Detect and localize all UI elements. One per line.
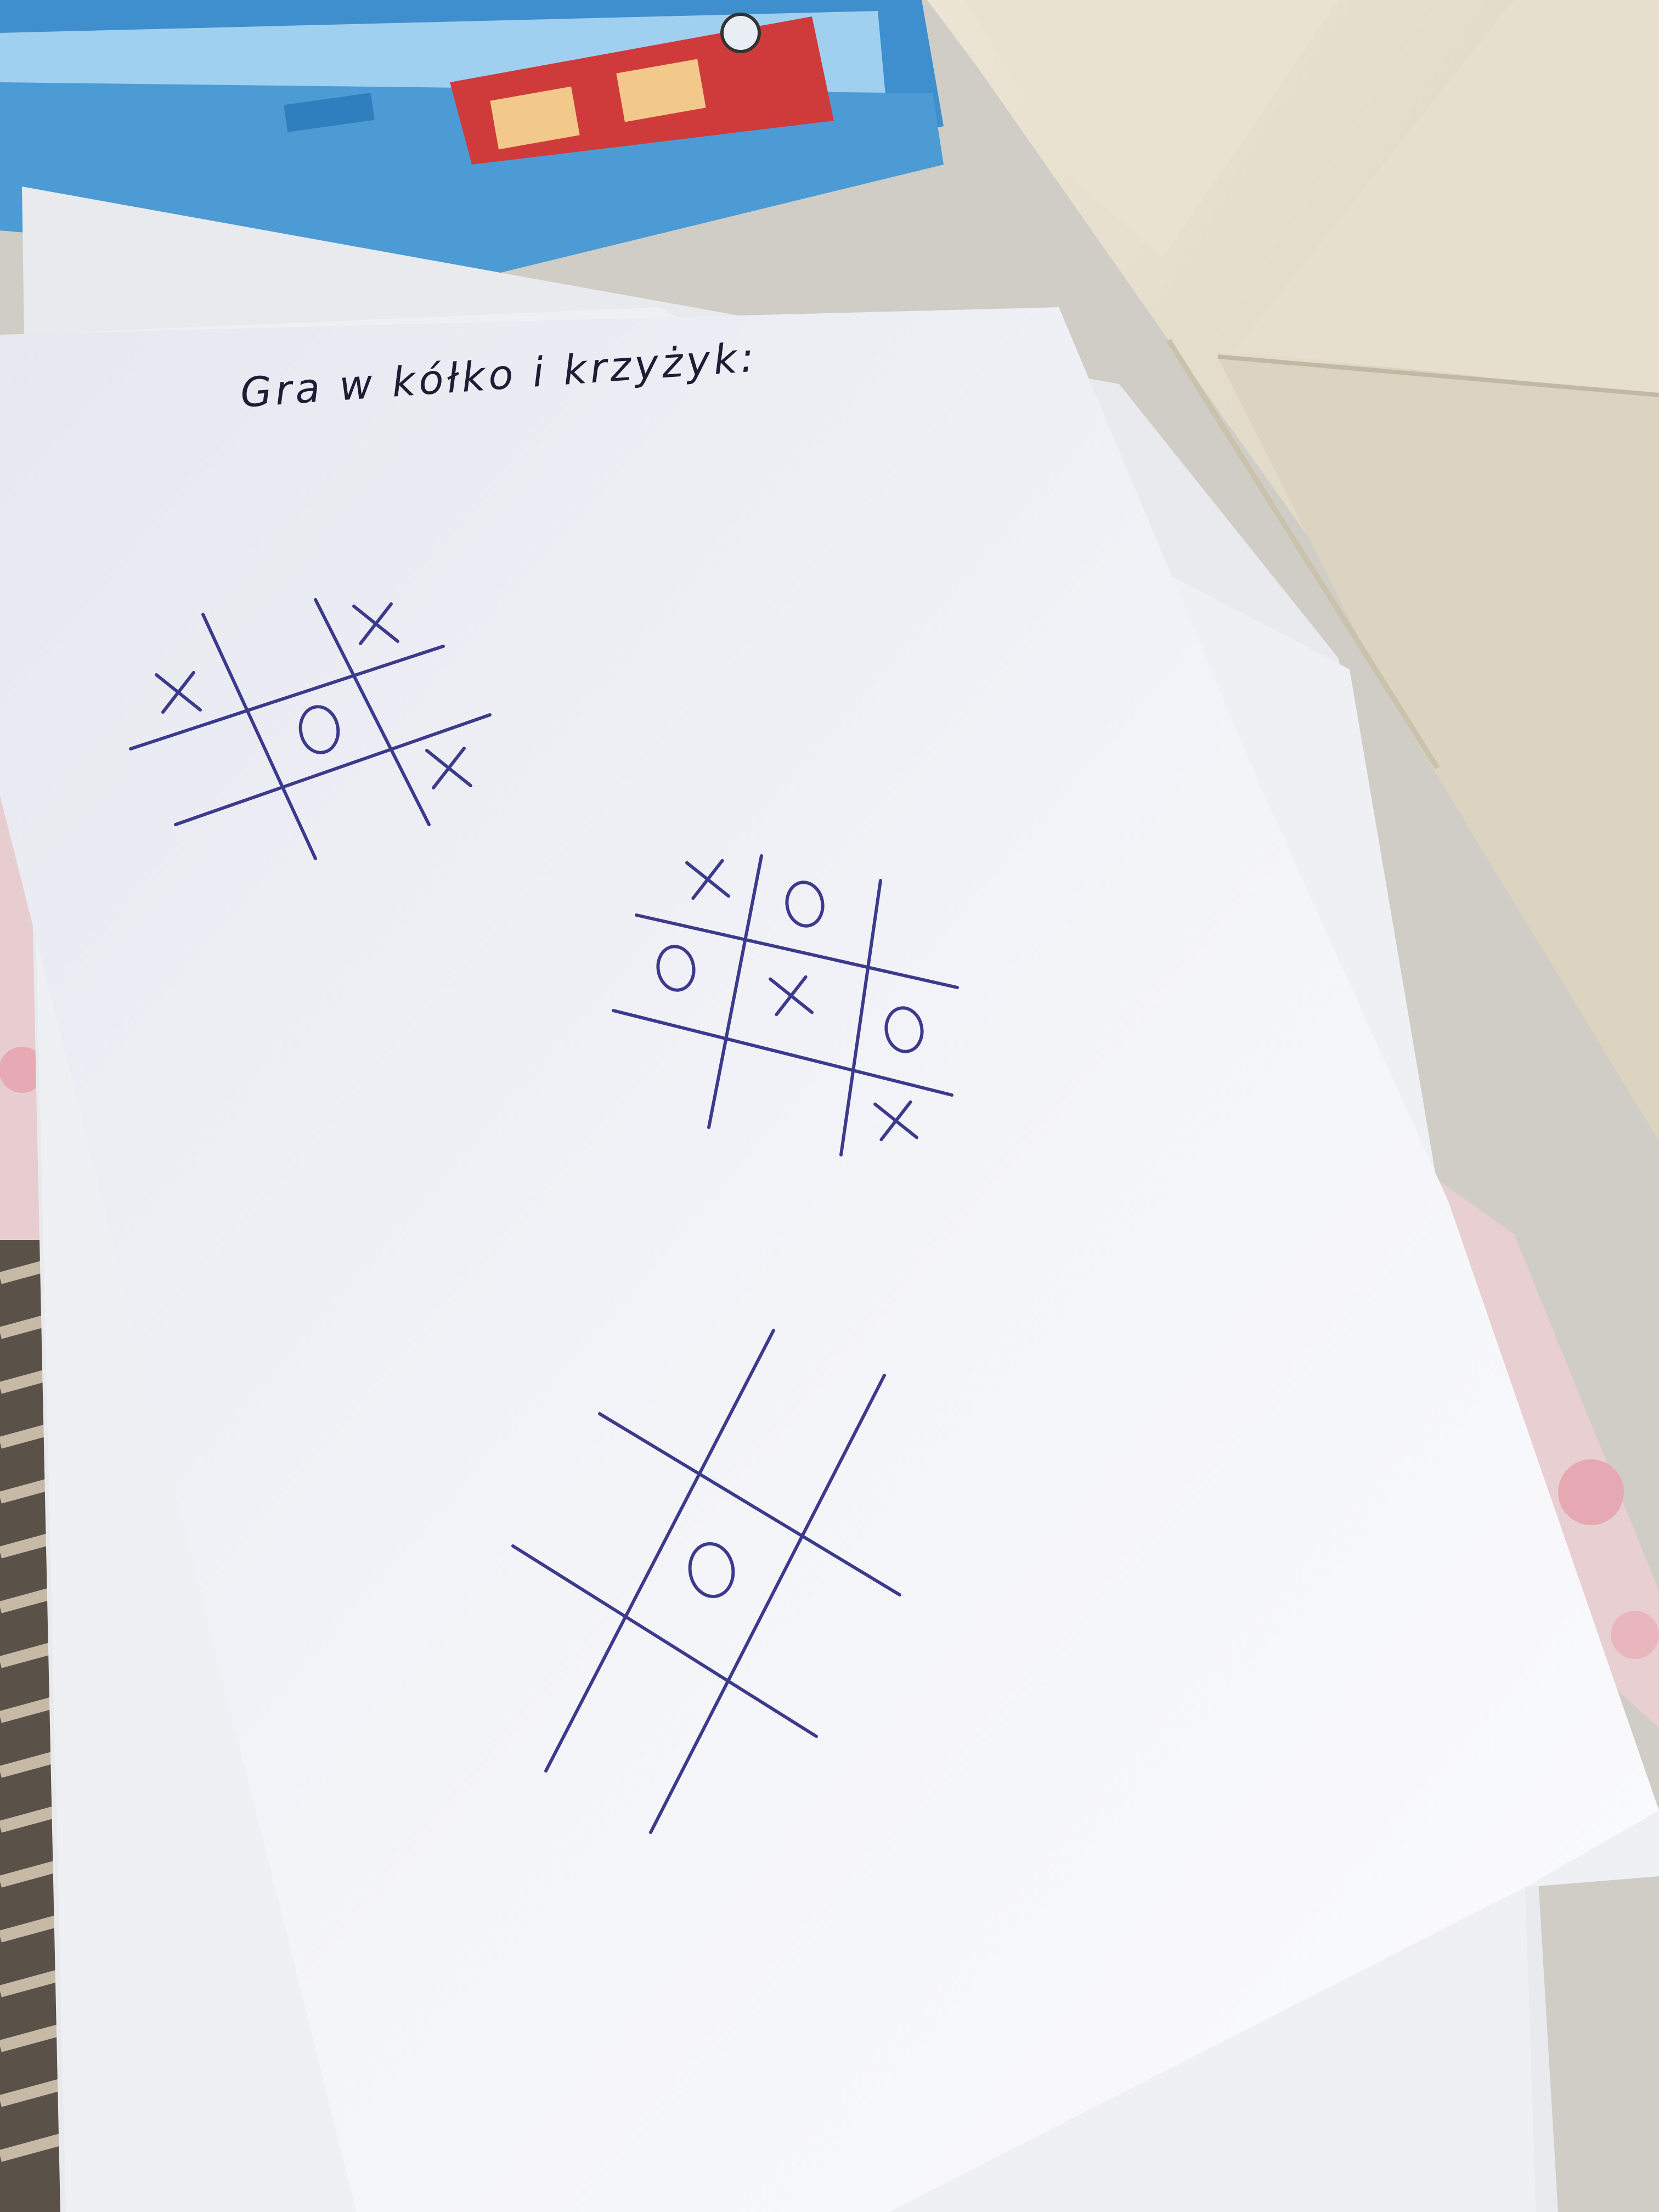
photo-scene: Gra w kółko i krzyżyk: [0,0,1659,2212]
